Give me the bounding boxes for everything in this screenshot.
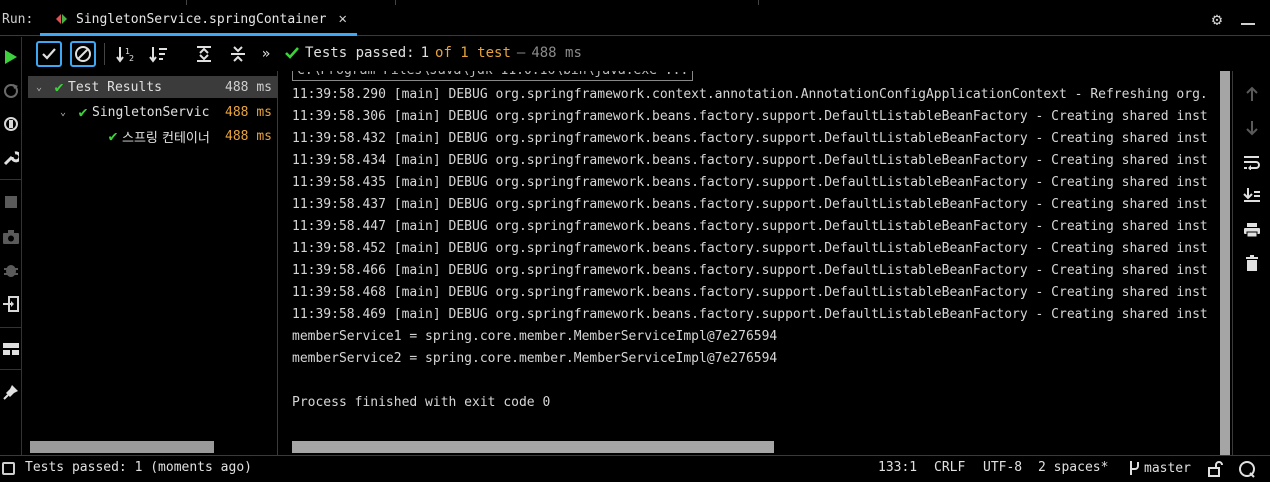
show-passed-toggle[interactable]	[36, 41, 62, 67]
indent-setting[interactable]: 2 spaces*	[1038, 460, 1108, 475]
tests-passed-label: Tests passed:	[305, 45, 415, 61]
tests-total: of 1 test	[435, 45, 511, 61]
print-icon[interactable]	[1242, 220, 1262, 240]
branch-name: master	[1144, 460, 1191, 476]
debug-icon[interactable]	[2, 261, 20, 279]
close-icon[interactable]: ✕	[338, 11, 346, 27]
expand-all-button[interactable]	[191, 41, 217, 67]
sort-alpha-icon: 12	[116, 47, 134, 63]
status-bar: Tests passed: 1 (moments ago) 133:1 CRLF…	[0, 455, 1270, 482]
check-icon: ✔	[78, 103, 88, 121]
console-line: 11:39:58.469 [main] DEBUG org.springfram…	[292, 307, 1208, 322]
git-branch-widget[interactable]: master	[1128, 460, 1191, 476]
console-vertical-scrollbar[interactable]	[1220, 71, 1230, 455]
console-line: 11:39:58.468 [main] DEBUG org.springfram…	[292, 285, 1208, 300]
strip-divider	[0, 179, 21, 180]
strip-divider	[0, 327, 21, 328]
expand-all-icon	[197, 46, 211, 62]
chevron-down-icon[interactable]: ⌄	[56, 107, 70, 118]
strip-divider	[0, 369, 21, 370]
collapse-all-button[interactable]	[225, 41, 251, 67]
show-ignored-toggle[interactable]	[70, 41, 96, 67]
console-line: memberService2 = spring.core.member.Memb…	[292, 351, 778, 366]
tests-passed-count: 1	[420, 45, 430, 61]
sort-duration-icon	[149, 47, 167, 63]
console-line: memberService1 = spring.core.member.Memb…	[292, 329, 778, 344]
soft-wrap-icon[interactable]	[1242, 152, 1262, 172]
tests-status: Tests passed: 1 of 1 test – 488 ms	[285, 45, 582, 61]
sort-by-duration-button[interactable]	[146, 41, 172, 67]
tree-row-label: 스프링 컨테이너	[122, 130, 210, 146]
arrow-down-icon[interactable]	[1242, 118, 1262, 138]
tool-window-toggle-icon[interactable]	[2, 462, 15, 475]
test-toolbar: 12 » Tests passed: 1 of 1 test – 488 ms	[28, 37, 1270, 71]
check-icon	[285, 47, 299, 59]
run-label: Run:	[2, 12, 34, 27]
sort-alphabetically-button[interactable]: 12	[113, 41, 139, 67]
tree-row-duration: 488 ms	[225, 79, 272, 95]
run-config-icon	[56, 13, 68, 25]
rerun-failed-icon[interactable]	[2, 82, 20, 100]
test-results-tree: ⌄ ✔ Test Results 488 ms ⌄ ✔ SingletonSer…	[28, 71, 278, 455]
check-icon: ✔	[108, 127, 118, 145]
status-separator: –	[516, 45, 526, 61]
lock-icon[interactable]	[1207, 461, 1223, 481]
toggle-auto-test-icon[interactable]	[2, 115, 20, 133]
check-icon: ✔	[54, 78, 64, 96]
console-line: 11:39:58.306 [main] DEBUG org.springfram…	[292, 109, 1208, 124]
collapse-all-icon	[231, 46, 245, 62]
stop-icon[interactable]	[2, 193, 20, 211]
console-horizontal-scrollbar[interactable]	[292, 441, 774, 453]
run-icon[interactable]	[2, 48, 20, 66]
console-line: 11:39:58.447 [main] DEBUG org.springfram…	[292, 219, 1208, 234]
branch-icon	[1130, 461, 1139, 475]
console-line: 11:39:58.452 [main] DEBUG org.springfram…	[292, 241, 1208, 256]
console-line: 11:39:58.434 [main] DEBUG org.springfram…	[292, 153, 1208, 168]
file-encoding[interactable]: UTF-8	[983, 460, 1022, 475]
layout-icon[interactable]	[2, 340, 20, 358]
console-line: 11:39:58.437 [main] DEBUG org.springfram…	[292, 197, 1208, 212]
left-tool-strip	[0, 37, 22, 455]
gear-icon[interactable]: ⚙	[1208, 11, 1226, 29]
camera-icon[interactable]	[2, 228, 20, 246]
more-actions-button[interactable]: »	[253, 41, 279, 67]
check-icon	[42, 48, 56, 60]
stop-circle-icon	[75, 46, 91, 62]
tree-horizontal-scrollbar[interactable]	[30, 441, 214, 453]
console-tool-strip	[1232, 71, 1270, 455]
tree-row-class[interactable]: ⌄ ✔ SingletonServic 488 ms	[28, 101, 278, 123]
caret-position[interactable]: 133:1	[878, 460, 917, 475]
console-output[interactable]: C:\Program Files\Java\jdk-11.0.16\bin\ja…	[279, 71, 1231, 455]
tree-row-duration: 488 ms	[225, 128, 272, 144]
status-message: Tests passed: 1 (moments ago)	[25, 460, 252, 475]
console-line: 11:39:58.432 [main] DEBUG org.springfram…	[292, 131, 1208, 146]
tree-row-label: SingletonServic	[92, 104, 210, 120]
exit-icon[interactable]	[2, 295, 20, 313]
trash-icon[interactable]	[1242, 253, 1262, 273]
console-line: Process finished with exit code 0	[292, 395, 551, 410]
console-command-line: C:\Program Files\Java\jdk-11.0.16\bin\ja…	[292, 71, 694, 81]
tree-row-method[interactable]: ✔ 스프링 컨테이너 488 ms	[28, 125, 278, 147]
console-line: 11:39:58.435 [main] DEBUG org.springfram…	[292, 175, 1208, 190]
pin-icon[interactable]	[2, 383, 20, 401]
arrow-up-icon[interactable]	[1242, 84, 1262, 104]
minimize-icon[interactable]	[1241, 23, 1255, 25]
tab-title: SingletonService.springContainer	[76, 11, 327, 27]
svg-text:2: 2	[129, 54, 134, 63]
toolbar-divider	[104, 43, 105, 65]
tests-duration: 488 ms	[531, 45, 582, 61]
wrench-icon[interactable]	[2, 149, 20, 167]
tree-row-label: Test Results	[68, 79, 162, 95]
notifications-icon[interactable]	[1238, 460, 1256, 482]
run-tab-bar: Run: SingletonService.springContainer ✕ …	[0, 5, 1270, 36]
tree-row-test-results[interactable]: ⌄ ✔ Test Results 488 ms	[28, 76, 278, 98]
scroll-to-end-icon[interactable]	[1242, 185, 1262, 205]
console-line: 11:39:58.290 [main] DEBUG org.springfram…	[292, 87, 1208, 102]
line-ending[interactable]: CRLF	[934, 460, 965, 475]
tab-run-configuration[interactable]: SingletonService.springContainer ✕	[40, 5, 357, 36]
console-line: 11:39:58.466 [main] DEBUG org.springfram…	[292, 263, 1208, 278]
tree-row-duration: 488 ms	[225, 104, 272, 120]
chevron-down-icon[interactable]: ⌄	[32, 82, 46, 93]
